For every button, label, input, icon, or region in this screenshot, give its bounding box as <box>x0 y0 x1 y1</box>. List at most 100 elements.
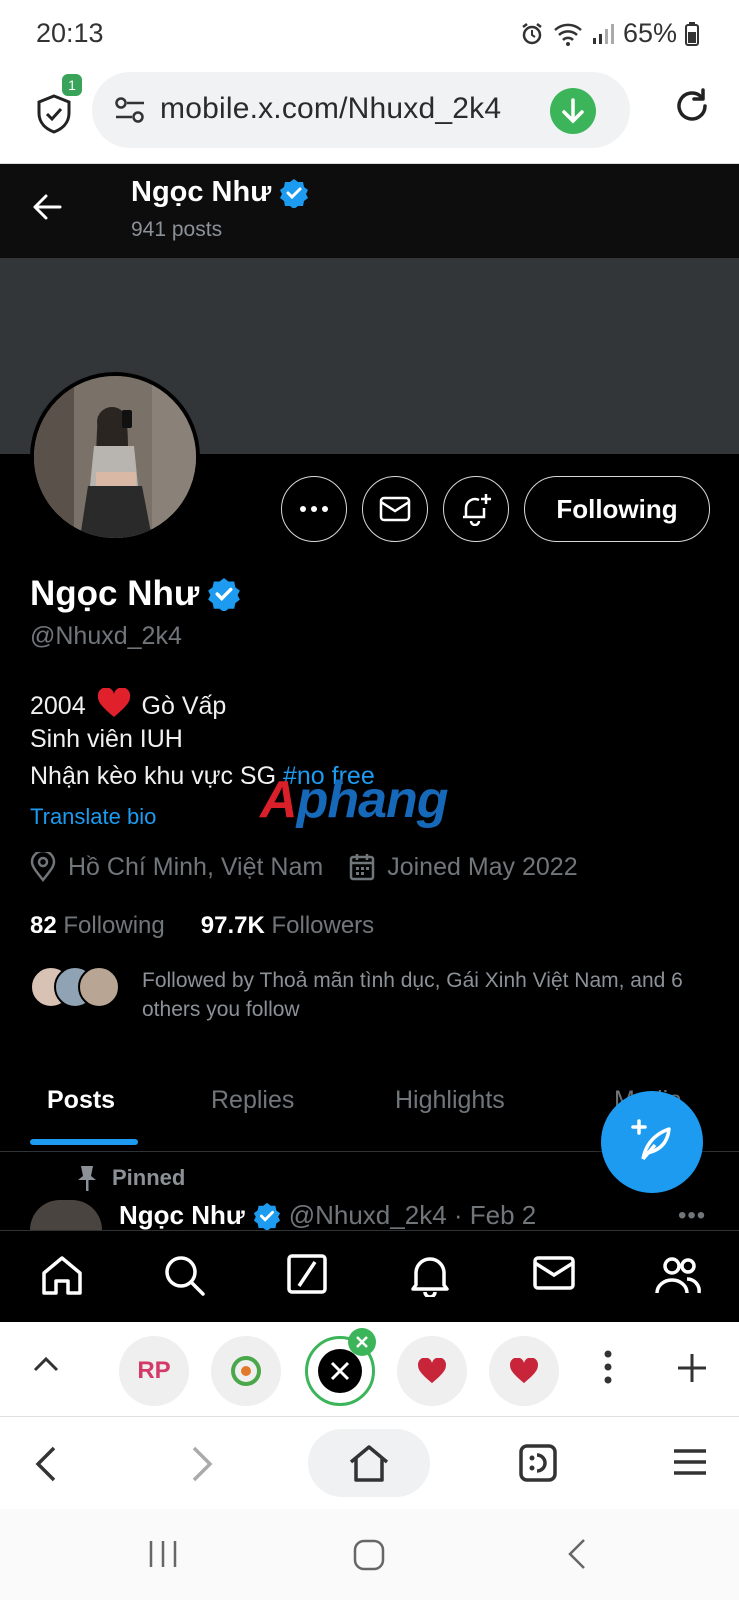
signal-icon <box>591 22 615 46</box>
system-home-icon[interactable] <box>353 1539 385 1571</box>
post-more-icon[interactable]: ••• <box>678 1202 706 1230</box>
site-settings-icon[interactable] <box>114 96 146 124</box>
location-pin-icon <box>30 852 56 882</box>
app-bottom-nav <box>0 1230 739 1322</box>
close-tab-icon[interactable] <box>348 1328 376 1356</box>
bio-line-2: Sinh viên IUH <box>30 725 183 753</box>
header-post-count: 941 posts <box>131 218 223 241</box>
system-nav-bar <box>0 1509 739 1600</box>
tab-chip-rp-label: RP <box>137 1357 171 1384</box>
active-tab-indicator <box>30 1139 138 1145</box>
more-options-button[interactable] <box>281 476 347 542</box>
notify-button[interactable] <box>443 476 509 542</box>
red-heart-icon <box>97 688 131 718</box>
tab-chip-app[interactable] <box>211 1336 281 1406</box>
tab-replies[interactable]: Replies <box>211 1086 294 1115</box>
profile-location: Hồ Chí Minh, Việt Nam <box>68 852 324 881</box>
browser-back-icon[interactable] <box>34 1445 58 1483</box>
compose-post-button[interactable] <box>601 1091 703 1193</box>
header-title: Ngọc Như <box>131 176 309 209</box>
plus-icon[interactable] <box>676 1352 708 1384</box>
profile-name: Ngọc Như <box>30 574 200 613</box>
header-name: Ngọc Như <box>131 176 272 208</box>
wifi-icon <box>553 21 583 47</box>
follow-counts: 82 Following 97.7K Followers <box>30 912 374 940</box>
x-logo-icon <box>318 1349 362 1393</box>
following-count: 82 <box>30 912 57 939</box>
pinned-indicator: Pinned <box>76 1164 185 1192</box>
chevron-up-icon[interactable] <box>32 1354 60 1374</box>
recent-apps-icon[interactable] <box>148 1539 178 1569</box>
bio-year: 2004 <box>30 692 86 720</box>
followers-label: Followers <box>271 912 375 939</box>
alarm-icon <box>519 21 545 47</box>
watermark-rest: phang <box>296 771 449 829</box>
tab-switcher-icon[interactable] <box>518 1443 558 1483</box>
following-label: Following <box>63 912 165 939</box>
tab-highlights[interactable]: Highlights <box>395 1086 505 1115</box>
communities-icon[interactable] <box>654 1253 702 1297</box>
more-vertical-icon[interactable] <box>604 1350 612 1384</box>
post-author-avatar[interactable] <box>30 1200 102 1230</box>
grok-icon[interactable] <box>286 1253 328 1295</box>
system-back-icon[interactable] <box>566 1537 588 1571</box>
follower-avatar <box>78 966 120 1008</box>
url-bar[interactable]: mobile.x.com/Nhuxd_2k4 <box>92 72 630 148</box>
more-dots-icon <box>299 505 329 513</box>
tab-chip-heart-2[interactable] <box>489 1336 559 1406</box>
download-icon[interactable] <box>550 88 596 134</box>
tab-posts[interactable]: Posts <box>47 1086 115 1115</box>
url-text[interactable]: mobile.x.com/Nhuxd_2k4 <box>160 92 501 126</box>
status-time: 20:13 <box>36 18 104 48</box>
verified-badge-icon <box>253 1202 281 1230</box>
bell-plus-icon <box>459 492 493 526</box>
tab-chip-rp[interactable]: RP <box>119 1336 189 1406</box>
status-icons: 65% <box>519 18 699 49</box>
search-icon[interactable] <box>162 1253 206 1297</box>
bio-line-3-text: Nhận kèo khu vực SG <box>30 762 277 790</box>
profile-name-row: Ngọc Như <box>30 574 241 614</box>
post-meta: @Nhuxd_2k4 · Feb 2 <box>288 1200 537 1230</box>
hamburger-menu-icon[interactable] <box>672 1447 708 1477</box>
profile-joined: Joined May 2022 <box>387 852 578 881</box>
profile-meta-row: Hồ Chí Minh, Việt Nam Joined May 2022 <box>30 852 578 882</box>
watermark-first: A <box>260 771 298 829</box>
browser-home-button[interactable] <box>308 1429 430 1497</box>
bell-icon[interactable] <box>410 1253 450 1297</box>
profile-avatar[interactable] <box>30 372 200 542</box>
home-icon <box>348 1443 390 1483</box>
browser-nav-bar <box>0 1417 739 1509</box>
verified-badge-icon[interactable] <box>207 577 241 611</box>
browser-forward-icon[interactable] <box>190 1445 214 1483</box>
reload-icon[interactable] <box>672 86 712 126</box>
followed-by-avatars[interactable] <box>30 966 120 1010</box>
bio-line-1: 2004 Gò Vấp <box>30 688 226 721</box>
post-author-name[interactable]: Ngọc Như <box>119 1200 245 1231</box>
following-count-link[interactable]: 82 Following <box>30 912 165 940</box>
browser-toolbar: 1 mobile.x.com/Nhuxd_2k4 <box>0 66 739 164</box>
bio-district: Gò Vấp <box>141 692 227 720</box>
battery-percent: 65% <box>622 18 677 48</box>
status-bar: 20:13 65% <box>0 0 739 66</box>
verified-badge-icon <box>279 178 309 208</box>
envelope-icon[interactable] <box>532 1253 576 1293</box>
pin-icon <box>76 1164 98 1192</box>
pinned-label: Pinned <box>112 1165 186 1190</box>
compose-feather-icon <box>629 1119 675 1165</box>
browser-tabs-bar: RP <box>0 1322 739 1417</box>
followed-by-text[interactable]: Followed by Thoả mãn tình dục, Gái Xinh … <box>142 966 712 1024</box>
post-header: Ngọc Như @Nhuxd_2k4 · Feb 2 <box>119 1200 536 1231</box>
profile-header: Ngọc Như 941 posts <box>0 164 739 258</box>
calendar-icon <box>349 853 375 881</box>
followers-count: 97.7K <box>200 912 265 939</box>
watermark-logo: Aphang <box>260 770 449 830</box>
home-icon[interactable] <box>40 1253 84 1297</box>
envelope-icon <box>379 496 411 522</box>
tab-chip-heart-1[interactable] <box>397 1336 467 1406</box>
translate-bio-link[interactable]: Translate bio <box>30 804 156 830</box>
message-button[interactable] <box>362 476 428 542</box>
followers-count-link[interactable]: 97.7K Followers <box>201 912 374 940</box>
following-button[interactable]: Following <box>524 476 710 542</box>
battery-icon <box>685 21 699 46</box>
back-arrow-icon[interactable] <box>30 192 66 222</box>
